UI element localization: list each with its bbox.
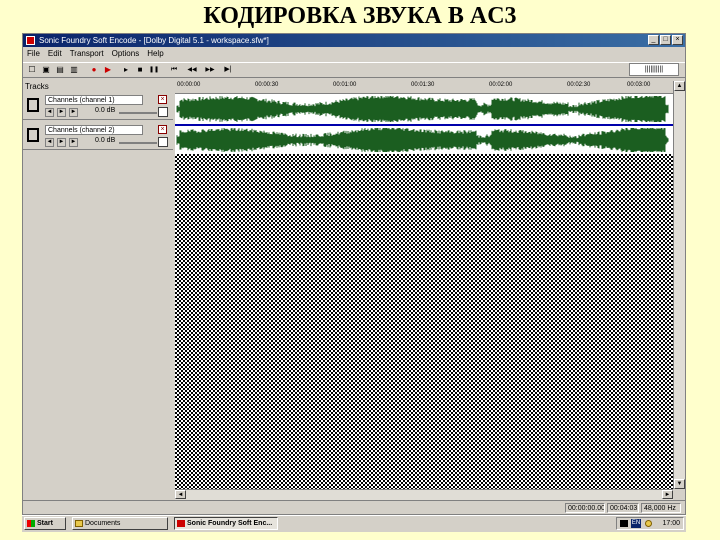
- pause-icon[interactable]: ❚❚: [149, 65, 159, 75]
- menu-file[interactable]: File: [23, 48, 44, 60]
- close-button[interactable]: ×: [672, 35, 683, 45]
- empty-track-area[interactable]: [175, 154, 673, 489]
- toolbar: ☐ ▣ ▤ ▥ ● ▶ ▸ ■ ❚❚ ⏮ ◀◀ ▶▶ ▶|: [23, 62, 685, 78]
- waveform-path: [176, 96, 669, 122]
- minimize-button[interactable]: _: [648, 35, 659, 45]
- menu-transport[interactable]: Transport: [66, 48, 108, 60]
- slide-title: КОДИРОВКА ЗВУКА В AC3: [203, 3, 517, 29]
- app-icon: [177, 520, 185, 527]
- new-file-icon[interactable]: ☐: [27, 65, 37, 75]
- track-close-icon[interactable]: ×: [158, 125, 167, 134]
- track-icon: [27, 98, 39, 112]
- taskbar: Start Documents Sonic Foundry Soft Enc..…: [22, 515, 686, 532]
- waveform-channel-2[interactable]: [175, 126, 673, 154]
- ruler-label: 00:02:30: [567, 82, 591, 88]
- zoom-display[interactable]: ||||||||||: [629, 63, 679, 76]
- track-close-icon[interactable]: ×: [158, 95, 167, 104]
- track-name-field[interactable]: Channels (channel 2): [45, 125, 143, 135]
- task-label: Documents: [85, 520, 121, 527]
- waveform-svg: [176, 96, 669, 122]
- ruler-label: 00:00:00: [177, 82, 201, 88]
- menu-edit[interactable]: Edit: [44, 48, 66, 60]
- ruler-label: 00:01:30: [411, 82, 435, 88]
- taskbar-item-soft-encode[interactable]: Sonic Foundry Soft Enc...: [174, 517, 278, 530]
- time-ruler[interactable]: 00:00:00 00:00:30 00:01:00 00:01:30 00:0…: [175, 81, 673, 94]
- record-icon[interactable]: ●: [89, 65, 99, 75]
- track-name-field[interactable]: Channels (channel 1): [45, 95, 143, 105]
- timeline-area[interactable]: 00:00:00 00:00:30 00:01:00 00:01:30 00:0…: [175, 81, 673, 489]
- play-icon[interactable]: ▶: [103, 65, 113, 75]
- ruler-label: 00:03:00: [627, 82, 651, 88]
- app-icon: [26, 36, 35, 45]
- track-volume-slider[interactable]: [119, 112, 157, 114]
- waveform-channel-1[interactable]: [175, 94, 673, 124]
- track-list: Channels (channel 1) × ◄ ► ► 0.0 dB Chan…: [23, 92, 173, 154]
- status-duration: 00:04:03: [607, 503, 639, 513]
- scroll-down-icon[interactable]: ▼: [674, 479, 685, 489]
- language-indicator[interactable]: EN: [631, 519, 641, 528]
- track-row[interactable]: Channels (channel 1) × ◄ ► ► 0.0 dB: [23, 92, 173, 120]
- maximize-button[interactable]: □: [660, 35, 671, 45]
- track-icon: [27, 128, 39, 142]
- save-icon[interactable]: ▤: [55, 65, 65, 75]
- clock: 17:00: [662, 520, 680, 527]
- track-slider-thumb[interactable]: [158, 137, 168, 147]
- track-volume-label: 0.0 dB: [95, 137, 116, 144]
- waveform-path: [176, 128, 669, 152]
- folder-icon: [75, 520, 83, 527]
- menu-bar: File Edit Transport Options Help: [23, 48, 685, 60]
- open-file-icon[interactable]: ▣: [41, 65, 51, 75]
- go-to-start-icon[interactable]: ⏮: [169, 65, 179, 75]
- speaker-icon[interactable]: [645, 520, 652, 527]
- task-label: Sonic Foundry Soft Enc...: [187, 520, 273, 527]
- status-rate: 48,000 Hz: [641, 503, 681, 513]
- vertical-scrollbar[interactable]: ▲ ▼: [673, 81, 685, 489]
- track-mute-button[interactable]: ◄: [45, 138, 54, 147]
- track-row[interactable]: Channels (channel 2) × ◄ ► ► 0.0 dB: [23, 122, 173, 150]
- track-solo-button[interactable]: ►: [57, 108, 66, 117]
- play-all-icon[interactable]: ▸: [121, 65, 131, 75]
- track-slider-thumb[interactable]: [158, 107, 168, 117]
- window-titlebar[interactable]: Sonic Foundry Soft Encode - [Dolby Digit…: [23, 34, 685, 47]
- scroll-left-icon[interactable]: ◄: [175, 490, 186, 499]
- ruler-label: 00:01:00: [333, 82, 357, 88]
- menu-options[interactable]: Options: [108, 48, 144, 60]
- window-title: Sonic Foundry Soft Encode - [Dolby Digit…: [39, 36, 269, 45]
- horizontal-scrollbar[interactable]: ◄ ►: [175, 489, 673, 500]
- track-arm-button[interactable]: ►: [69, 108, 78, 117]
- ruler-label: 00:02:00: [489, 82, 513, 88]
- app-window: Sonic Foundry Soft Encode - [Dolby Digit…: [22, 33, 686, 515]
- scroll-up-icon[interactable]: ▲: [674, 81, 685, 91]
- ruler-label: 00:00:30: [255, 82, 279, 88]
- status-time: 00:00:00.000: [565, 503, 605, 513]
- track-solo-button[interactable]: ►: [57, 138, 66, 147]
- fast-forward-icon[interactable]: ▶▶: [203, 65, 217, 75]
- start-button[interactable]: Start: [24, 517, 66, 530]
- track-volume-slider[interactable]: [119, 142, 157, 144]
- windows-logo-icon: [27, 520, 35, 527]
- track-volume-label: 0.0 dB: [95, 107, 116, 114]
- track-mute-button[interactable]: ◄: [45, 108, 54, 117]
- menu-help[interactable]: Help: [143, 48, 167, 60]
- start-label: Start: [37, 520, 53, 527]
- system-tray: EN 17:00: [616, 517, 684, 530]
- monitor-icon: [620, 520, 628, 527]
- save-as-icon[interactable]: ▥: [69, 65, 79, 75]
- go-to-end-icon[interactable]: ▶|: [221, 65, 235, 75]
- track-arm-button[interactable]: ►: [69, 138, 78, 147]
- status-bar: 00:00:00.000 00:04:03 48,000 Hz: [23, 500, 685, 515]
- scroll-right-icon[interactable]: ►: [662, 490, 673, 499]
- rewind-icon[interactable]: ◀◀: [185, 65, 199, 75]
- tracks-label: Tracks: [25, 82, 49, 91]
- stop-icon[interactable]: ■: [135, 65, 145, 75]
- taskbar-item-documents[interactable]: Documents: [72, 517, 168, 530]
- waveform-svg: [176, 128, 669, 152]
